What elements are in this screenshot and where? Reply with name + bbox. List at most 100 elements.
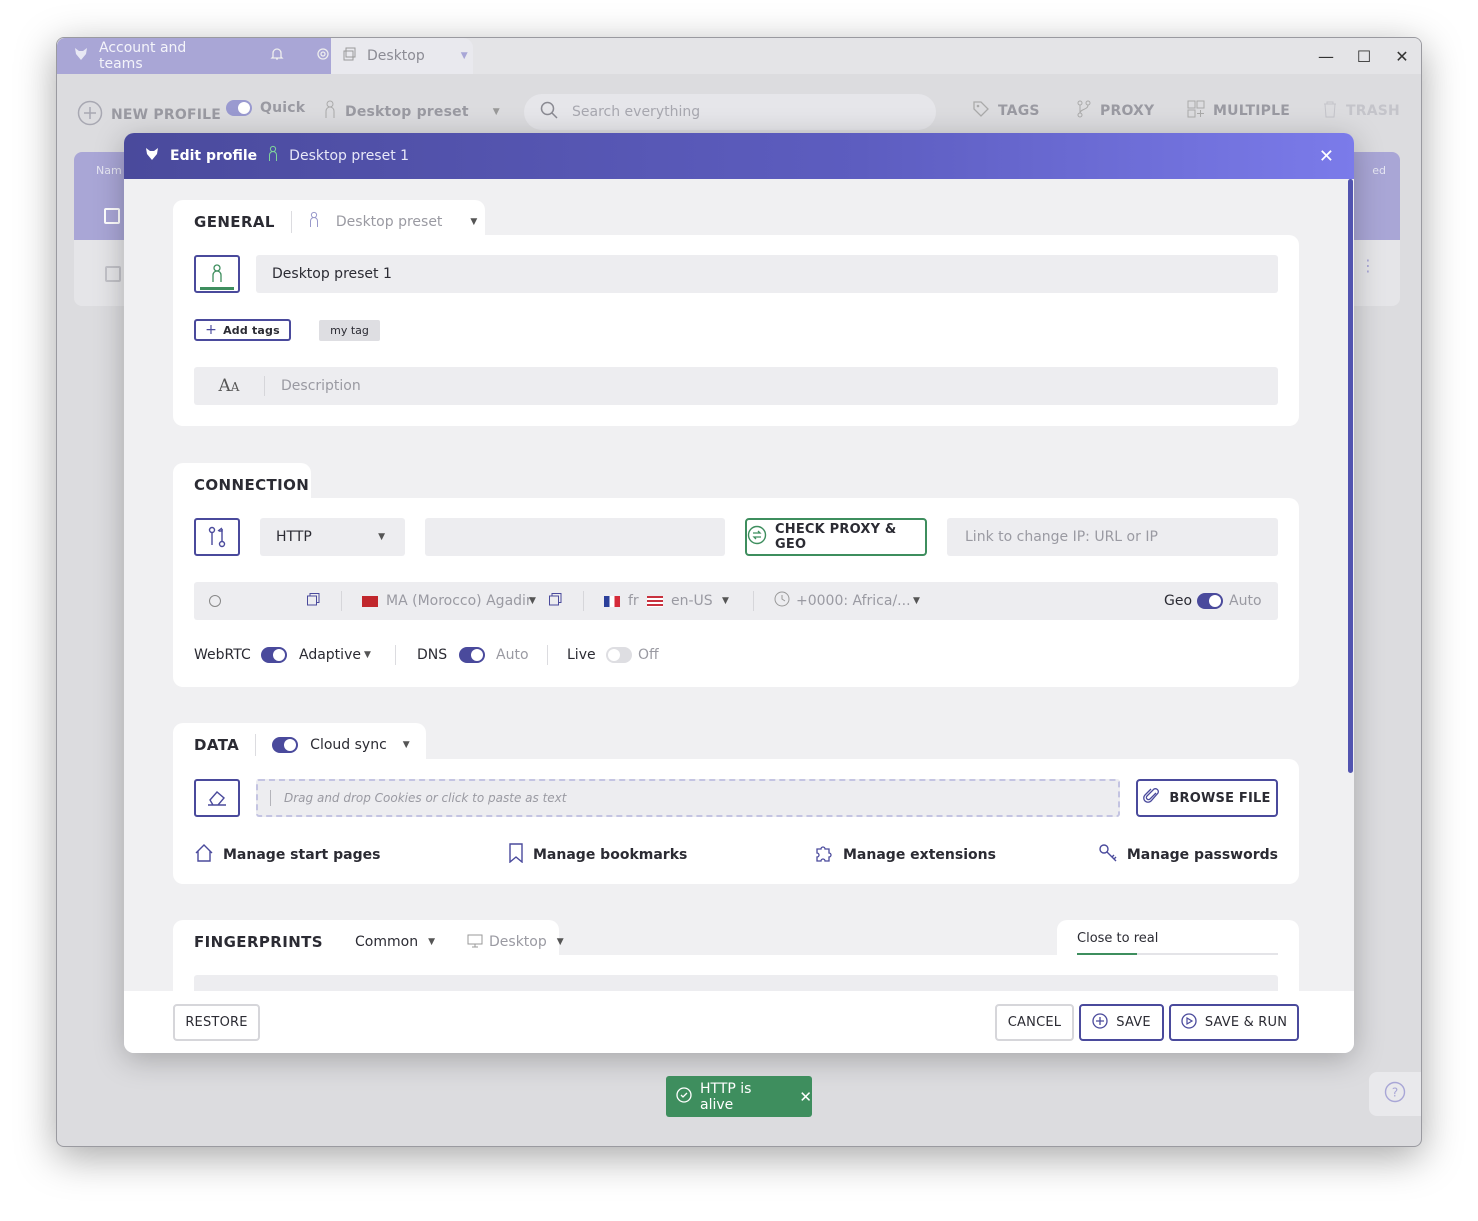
fingerprint-mode[interactable]: Common: [355, 934, 418, 950]
copy-icon: [343, 47, 357, 65]
manage-bookmarks-label: Manage bookmarks: [533, 847, 688, 863]
dns-toggle[interactable]: [459, 647, 485, 663]
row-menu-icon[interactable]: ⋮: [1360, 258, 1376, 274]
cloud-sync-toggle[interactable]: [272, 737, 299, 753]
chevron-down-icon[interactable]: ▼: [913, 596, 920, 606]
proxy-type-select[interactable]: HTTP ▼: [260, 518, 405, 556]
fingerprints-title: FINGERPRINTS: [194, 933, 324, 951]
webrtc-toggle[interactable]: [261, 647, 287, 663]
copy-icon[interactable]: [307, 592, 320, 610]
copy-icon[interactable]: [549, 592, 562, 610]
profile-name-field[interactable]: Desktop preset 1: [256, 255, 1278, 293]
quick-toggle[interactable]: Quick: [226, 100, 305, 116]
location-value[interactable]: MA (Morocco) Agadir: [386, 593, 532, 609]
close-icon[interactable]: ✕: [1319, 146, 1334, 167]
refresh-icon: [747, 525, 767, 549]
tag-chip[interactable]: my tag: [319, 320, 380, 341]
lang-secondary[interactable]: en-US: [671, 593, 713, 609]
bell-icon[interactable]: [269, 46, 285, 66]
proxy-button[interactable]: PROXY: [1076, 100, 1154, 122]
chevron-down-icon[interactable]: ▼: [364, 650, 371, 660]
chevron-down-icon[interactable]: ▼: [470, 217, 477, 227]
general-preset-label[interactable]: Desktop preset: [336, 214, 443, 230]
chevron-down-icon[interactable]: ▼: [529, 596, 536, 606]
timezone-value[interactable]: +0000: Africa/...: [796, 593, 911, 609]
edit-profile-modal: Edit profile Desktop preset 1 ✕ GENERAL …: [124, 133, 1354, 1053]
add-tags-button[interactable]: + Add tags: [194, 319, 291, 341]
key-icon: [1098, 843, 1118, 867]
cookies-drop-zone[interactable]: Drag and drop Cookies or click to paste …: [256, 779, 1120, 817]
puzzle-icon: [814, 843, 834, 867]
manage-passwords-link[interactable]: Manage passwords: [1098, 843, 1278, 867]
chevron-down-icon[interactable]: ▼: [428, 937, 435, 947]
window-controls: — ☐ ✕: [1307, 38, 1421, 74]
select-all-checkbox[interactable]: [104, 208, 120, 224]
browse-file-button[interactable]: BROWSE FILE: [1136, 779, 1278, 817]
modal-preset-name: Desktop preset 1: [289, 148, 410, 164]
manage-start-pages-link[interactable]: Manage start pages: [194, 843, 380, 867]
proxy-icon: [1076, 100, 1092, 122]
description-field[interactable]: AA Description: [194, 367, 1278, 405]
right-column-header: ed: [1372, 164, 1386, 177]
multiple-button[interactable]: MULTIPLE: [1187, 100, 1290, 122]
data-card: Drag and drop Cookies or click to paste …: [173, 759, 1299, 884]
save-run-button[interactable]: SAVE & RUN: [1169, 1004, 1299, 1041]
check-proxy-label: CHECK PROXY & GEO: [775, 522, 897, 552]
proxy-label: PROXY: [1100, 103, 1155, 119]
tags-button[interactable]: TAGS: [972, 100, 1040, 122]
chevron-down-icon[interactable]: ▼: [461, 51, 468, 61]
maximize-icon[interactable]: ☐: [1345, 47, 1383, 66]
trash-button[interactable]: TRASH: [1322, 100, 1400, 122]
search-icon: [540, 101, 558, 123]
divider: [341, 591, 342, 611]
proxy-type-value: HTTP: [276, 529, 312, 545]
live-toggle[interactable]: [606, 647, 632, 663]
text-cursor: [270, 790, 271, 806]
live-value: Off: [638, 647, 659, 663]
search-placeholder: Search everything: [572, 104, 701, 120]
divider: [290, 211, 292, 233]
minimize-icon[interactable]: —: [1307, 47, 1345, 66]
cancel-button[interactable]: CANCEL: [995, 1004, 1074, 1041]
search-bar[interactable]: Search everything: [524, 94, 936, 130]
cloud-sync-label[interactable]: Cloud sync: [310, 737, 387, 753]
webrtc-label: WebRTC: [194, 647, 251, 663]
proxy-address-field[interactable]: [425, 518, 725, 556]
tag-chip-label: my tag: [330, 324, 369, 337]
desktop-tab[interactable]: Desktop ▼: [331, 38, 473, 74]
description-placeholder: Description: [281, 378, 361, 394]
toast-close-icon[interactable]: ✕: [799, 1088, 812, 1106]
save-button[interactable]: SAVE: [1079, 1004, 1164, 1041]
chevron-down-icon[interactable]: ▼: [557, 937, 564, 947]
new-profile-button[interactable]: NEW PROFILE: [77, 100, 221, 130]
home-icon: [194, 843, 214, 867]
geo-toggle[interactable]: [1197, 593, 1223, 609]
check-proxy-button[interactable]: CHECK PROXY & GEO: [745, 518, 927, 556]
eraser-button[interactable]: [194, 779, 240, 817]
proxy-icon-button[interactable]: [194, 518, 240, 556]
manage-extensions-link[interactable]: Manage extensions: [814, 843, 996, 867]
fingerprint-device[interactable]: Desktop: [489, 934, 547, 950]
close-window-icon[interactable]: ✕: [1383, 47, 1421, 66]
webrtc-mode[interactable]: Adaptive: [299, 647, 361, 663]
change-ip-placeholder: Link to change IP: URL or IP: [965, 529, 1158, 545]
new-profile-label: NEW PROFILE: [111, 107, 221, 123]
row-checkbox[interactable]: [105, 266, 121, 282]
gear-icon[interactable]: [315, 46, 331, 66]
paperclip-icon: [1143, 787, 1161, 809]
chevron-down-icon: ▼: [492, 107, 500, 117]
account-teams-tab[interactable]: Account and teams: [57, 38, 331, 74]
change-ip-field[interactable]: Link to change IP: URL or IP: [947, 518, 1278, 556]
modal-scrollbar[interactable]: [1348, 179, 1353, 773]
quick-switch[interactable]: [226, 100, 252, 116]
live-label: Live: [567, 647, 596, 663]
preset-selector[interactable]: Desktop preset ▼: [323, 100, 500, 124]
chevron-down-icon[interactable]: ▼: [403, 740, 410, 750]
plus-circle-icon: [77, 100, 103, 130]
manage-bookmarks-link[interactable]: Manage bookmarks: [508, 843, 687, 867]
help-button[interactable]: ?: [1369, 1072, 1421, 1116]
profile-avatar-button[interactable]: [194, 255, 240, 293]
person-icon: [267, 145, 279, 167]
restore-button[interactable]: RESTORE: [173, 1004, 260, 1041]
chevron-down-icon[interactable]: ▼: [722, 596, 729, 606]
